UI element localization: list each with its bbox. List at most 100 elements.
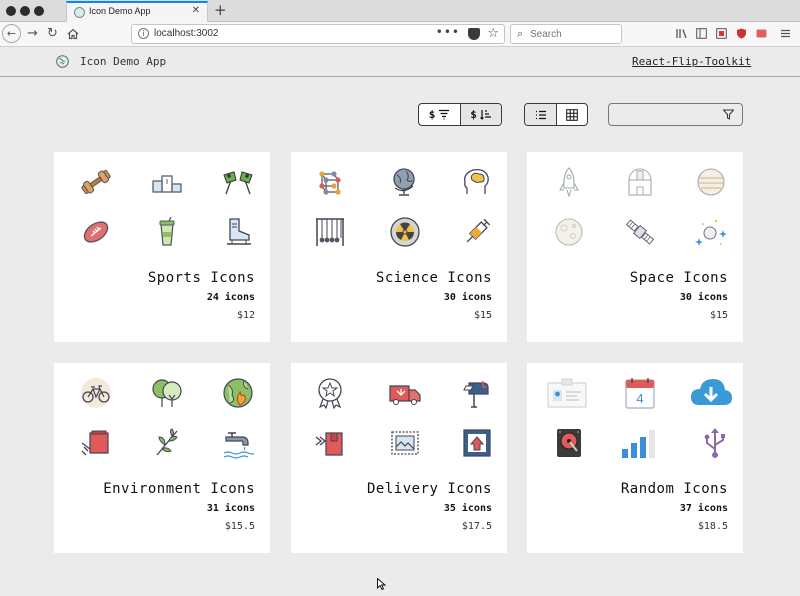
card-icon-count: 30 icons xyxy=(443,292,492,303)
recycling-bin-icon xyxy=(81,430,109,456)
card-price: $18.5 xyxy=(697,521,728,532)
cloud-download-icon xyxy=(691,379,732,405)
minimize-window-button[interactable] xyxy=(20,6,30,16)
zoom-window-button[interactable] xyxy=(34,6,44,16)
sprout-icon xyxy=(156,428,178,456)
sort-price-ascending-button[interactable]: $ xyxy=(460,104,501,125)
award-badge-icon xyxy=(318,378,342,409)
ice-skate-icon xyxy=(227,218,251,245)
trees-icon xyxy=(152,379,182,407)
planet-icon xyxy=(697,168,725,196)
list-view-icon xyxy=(535,110,546,119)
bicycle-icon xyxy=(81,378,111,408)
site-info-icon[interactable]: i xyxy=(138,28,149,39)
delivery-truck-icon xyxy=(389,385,421,405)
icon-set-card-delivery[interactable]: Delivery Icons 35 icons $17.5 xyxy=(291,363,507,553)
newtons-cradle-icon xyxy=(316,218,344,246)
hard-drive-icon xyxy=(557,429,581,457)
calendar-icon: 4 xyxy=(625,378,655,409)
favicon-icon xyxy=(74,7,85,18)
filter-field[interactable] xyxy=(608,103,743,126)
bookmark-star-icon[interactable]: ☆ xyxy=(487,26,499,41)
shield-icon[interactable] xyxy=(736,28,747,39)
icon-set-card-space[interactable]: Space Icons 30 icons $15 xyxy=(527,152,743,342)
card-price: $12 xyxy=(236,310,255,321)
app-logo-icon xyxy=(56,55,69,68)
grid-view-icon xyxy=(566,108,578,121)
list-view-button[interactable] xyxy=(525,104,556,125)
card-icon-count: 24 icons xyxy=(206,292,255,303)
browser-search-input[interactable] xyxy=(530,27,618,42)
app-title: Icon Demo App xyxy=(80,55,167,68)
back-button[interactable]: ← xyxy=(2,24,21,43)
stars-icon xyxy=(695,219,727,246)
water-bottle-icon xyxy=(159,216,175,246)
usb-icon xyxy=(704,428,725,458)
icon-set-card-environment[interactable]: Environment Icons 31 icons $15.5 xyxy=(54,363,270,553)
reload-button[interactable]: ↻ xyxy=(47,25,58,43)
icon-set-card-random[interactable]: 4 Random Icons 37 icons $18.5 xyxy=(527,363,743,553)
sort-button-group: $ $ xyxy=(418,103,502,126)
browser-nav-bar: ← → ↻ i localhost:3002 ••• ☆ ⌕ xyxy=(0,22,800,47)
calendar-day-label: 4 xyxy=(636,391,643,406)
brain-icon xyxy=(464,169,489,194)
satellite-icon xyxy=(625,219,655,245)
dollar-label: $ xyxy=(428,108,436,121)
grid-view-button[interactable] xyxy=(556,104,587,125)
card-icon-count: 37 icons xyxy=(679,503,728,514)
fast-package-icon xyxy=(315,432,343,456)
moon-icon xyxy=(555,218,583,246)
pocket-icon[interactable] xyxy=(468,28,480,40)
observatory-icon xyxy=(628,168,652,196)
menu-icon[interactable] xyxy=(780,28,791,39)
mouse-cursor-icon xyxy=(377,578,386,590)
rocket-icon xyxy=(559,167,579,198)
globe-icon xyxy=(393,168,415,196)
radiation-icon xyxy=(390,217,420,247)
extension-icon[interactable] xyxy=(756,28,767,39)
card-title: Space Icons xyxy=(629,270,728,286)
sort-descending-icon xyxy=(439,109,450,120)
screenshot-icon[interactable] xyxy=(716,28,727,39)
browser-search-bar[interactable]: ⌕ xyxy=(510,24,622,44)
forward-button[interactable]: → xyxy=(27,25,38,43)
card-title: Delivery Icons xyxy=(366,481,492,497)
faucet-icon xyxy=(223,432,254,459)
sidebar-icon[interactable] xyxy=(696,28,707,39)
sort-price-descending-button[interactable]: $ xyxy=(419,104,460,125)
card-title: Sports Icons xyxy=(147,270,255,286)
card-icon-count: 35 icons xyxy=(443,503,492,514)
syringe-icon xyxy=(466,218,491,243)
filter-icon xyxy=(723,109,734,120)
stamp-icon xyxy=(391,431,419,455)
icon-set-card-sports[interactable]: Sports Icons 24 icons $12 xyxy=(54,152,270,342)
card-price: $15 xyxy=(709,310,728,321)
sort-ascending-icon xyxy=(479,110,491,120)
close-window-button[interactable] xyxy=(6,6,16,16)
upload-box-icon xyxy=(463,429,491,457)
browser-tab[interactable]: Icon Demo App ✕ xyxy=(66,1,208,22)
dumbbell-icon xyxy=(81,170,111,194)
podium-icon xyxy=(152,175,182,193)
card-icon-count: 31 icons xyxy=(206,503,255,514)
burning-earth-icon xyxy=(223,378,253,408)
card-icon-count: 30 icons xyxy=(679,292,728,303)
filter-input[interactable] xyxy=(615,107,720,122)
react-flip-toolkit-link[interactable]: React-Flip-Toolkit xyxy=(632,55,751,68)
address-bar[interactable]: i localhost:3002 ••• ☆ xyxy=(131,24,505,44)
icon-set-card-science[interactable]: Science Icons 30 icons $15 xyxy=(291,152,507,342)
address-url: localhost:3002 xyxy=(154,28,219,39)
tab-title: Icon Demo App xyxy=(89,6,151,16)
id-card-icon xyxy=(547,378,587,408)
library-icon[interactable] xyxy=(676,28,687,39)
view-button-group xyxy=(524,103,588,126)
search-icon: ⌕ xyxy=(517,27,524,40)
new-tab-button[interactable]: + xyxy=(214,1,227,19)
card-title: Environment Icons xyxy=(103,481,255,497)
home-icon[interactable] xyxy=(67,28,79,40)
page-actions-icon[interactable]: ••• xyxy=(436,25,460,39)
card-price: $15 xyxy=(473,310,492,321)
dollar-label: $ xyxy=(470,108,477,121)
tab-close-icon[interactable]: ✕ xyxy=(192,5,200,16)
racing-flags-icon xyxy=(223,171,253,195)
